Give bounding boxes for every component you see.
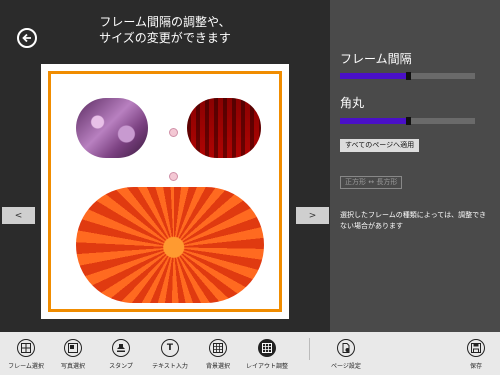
toolbar-label: ページ設定 — [331, 363, 361, 370]
aspect-toggle-button[interactable]: 正方形 ↔ 長方形 — [340, 176, 403, 189]
toolbar-stamp[interactable]: スタンプ — [97, 339, 145, 373]
photo-slot-purple[interactable] — [76, 98, 148, 158]
slider-fill — [340, 118, 408, 124]
slider-thumb[interactable] — [405, 72, 411, 80]
text-icon: T — [161, 339, 179, 357]
page-settings-icon — [337, 339, 355, 357]
slider-fill — [340, 73, 408, 79]
photo-select-icon — [64, 339, 82, 357]
photo-slot-flower[interactable] — [76, 187, 264, 303]
toolbar-label: 写真選択 — [60, 363, 85, 370]
toolbar-background-select[interactable]: 背景選択 — [194, 339, 242, 373]
back-button[interactable] — [17, 28, 37, 48]
resize-handle[interactable] — [169, 128, 178, 137]
toolbar-label: テキスト入力 — [152, 363, 188, 370]
bottom-app-bar: フレーム選択 写真選択 スタンプ T テキスト入力 背景選択 レイアウト調整 ペ… — [0, 332, 500, 375]
prev-page-button[interactable]: < — [2, 207, 35, 224]
toolbar-label: スタンプ — [109, 363, 133, 370]
toolbar-layout-adjust[interactable]: レイアウト調整 — [243, 339, 291, 373]
title-line-2: サイズの変更ができます — [99, 31, 231, 45]
stamp-icon — [112, 339, 130, 357]
frame-gap-slider[interactable] — [340, 72, 475, 80]
save-icon — [467, 339, 485, 357]
layout-canvas — [41, 64, 289, 319]
layout-icon — [258, 339, 276, 357]
back-arrow-icon — [22, 33, 31, 43]
toolbar-save[interactable]: 保存 — [452, 339, 500, 373]
page-title: フレーム間隔の調整や、 サイズの変更ができます — [60, 14, 270, 46]
toolbar-label: レイアウト調整 — [245, 363, 288, 370]
photo-slot-red[interactable] — [187, 98, 261, 158]
frame-gap-label: フレーム間隔 — [340, 52, 412, 66]
toolbar-text-input[interactable]: T テキスト入力 — [146, 339, 194, 373]
slider-thumb[interactable] — [405, 117, 411, 125]
frame-grid-icon — [17, 339, 35, 357]
apply-all-pages-button[interactable]: すべてのページへ適用 — [340, 139, 420, 152]
toolbar-label: 保存 — [469, 363, 482, 370]
title-line-1: フレーム間隔の調整や、 — [99, 15, 231, 29]
frame-border — [48, 71, 282, 312]
corner-radius-slider[interactable] — [340, 117, 475, 125]
toolbar-frame-select[interactable]: フレーム選択 — [2, 339, 50, 373]
toolbar-label: フレーム選択 — [8, 363, 44, 370]
background-icon — [209, 339, 227, 357]
toolbar-divider — [309, 338, 310, 360]
adjust-note: 選択したフレームの種類によっては、調整できない場合があります — [340, 211, 487, 230]
toolbar-photo-select[interactable]: 写真選択 — [49, 339, 97, 373]
next-page-button[interactable]: > — [296, 207, 329, 224]
toolbar-page-settings[interactable]: ページ設定 — [322, 339, 370, 373]
corner-radius-label: 角丸 — [340, 96, 365, 110]
resize-handle[interactable] — [169, 172, 178, 181]
toolbar-label: 背景選択 — [205, 363, 230, 370]
